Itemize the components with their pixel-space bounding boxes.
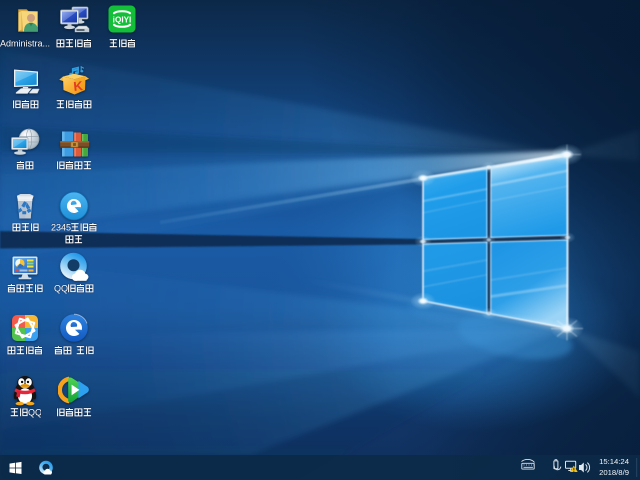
- svg-text:QQ: QQ: [54, 283, 68, 293]
- svg-text:QQ: QQ: [28, 407, 41, 417]
- svg-text:2345: 2345: [51, 222, 71, 232]
- svg-text:iQIYI: iQIYI: [113, 15, 132, 24]
- svg-text:Administra...: Administra...: [0, 38, 50, 48]
